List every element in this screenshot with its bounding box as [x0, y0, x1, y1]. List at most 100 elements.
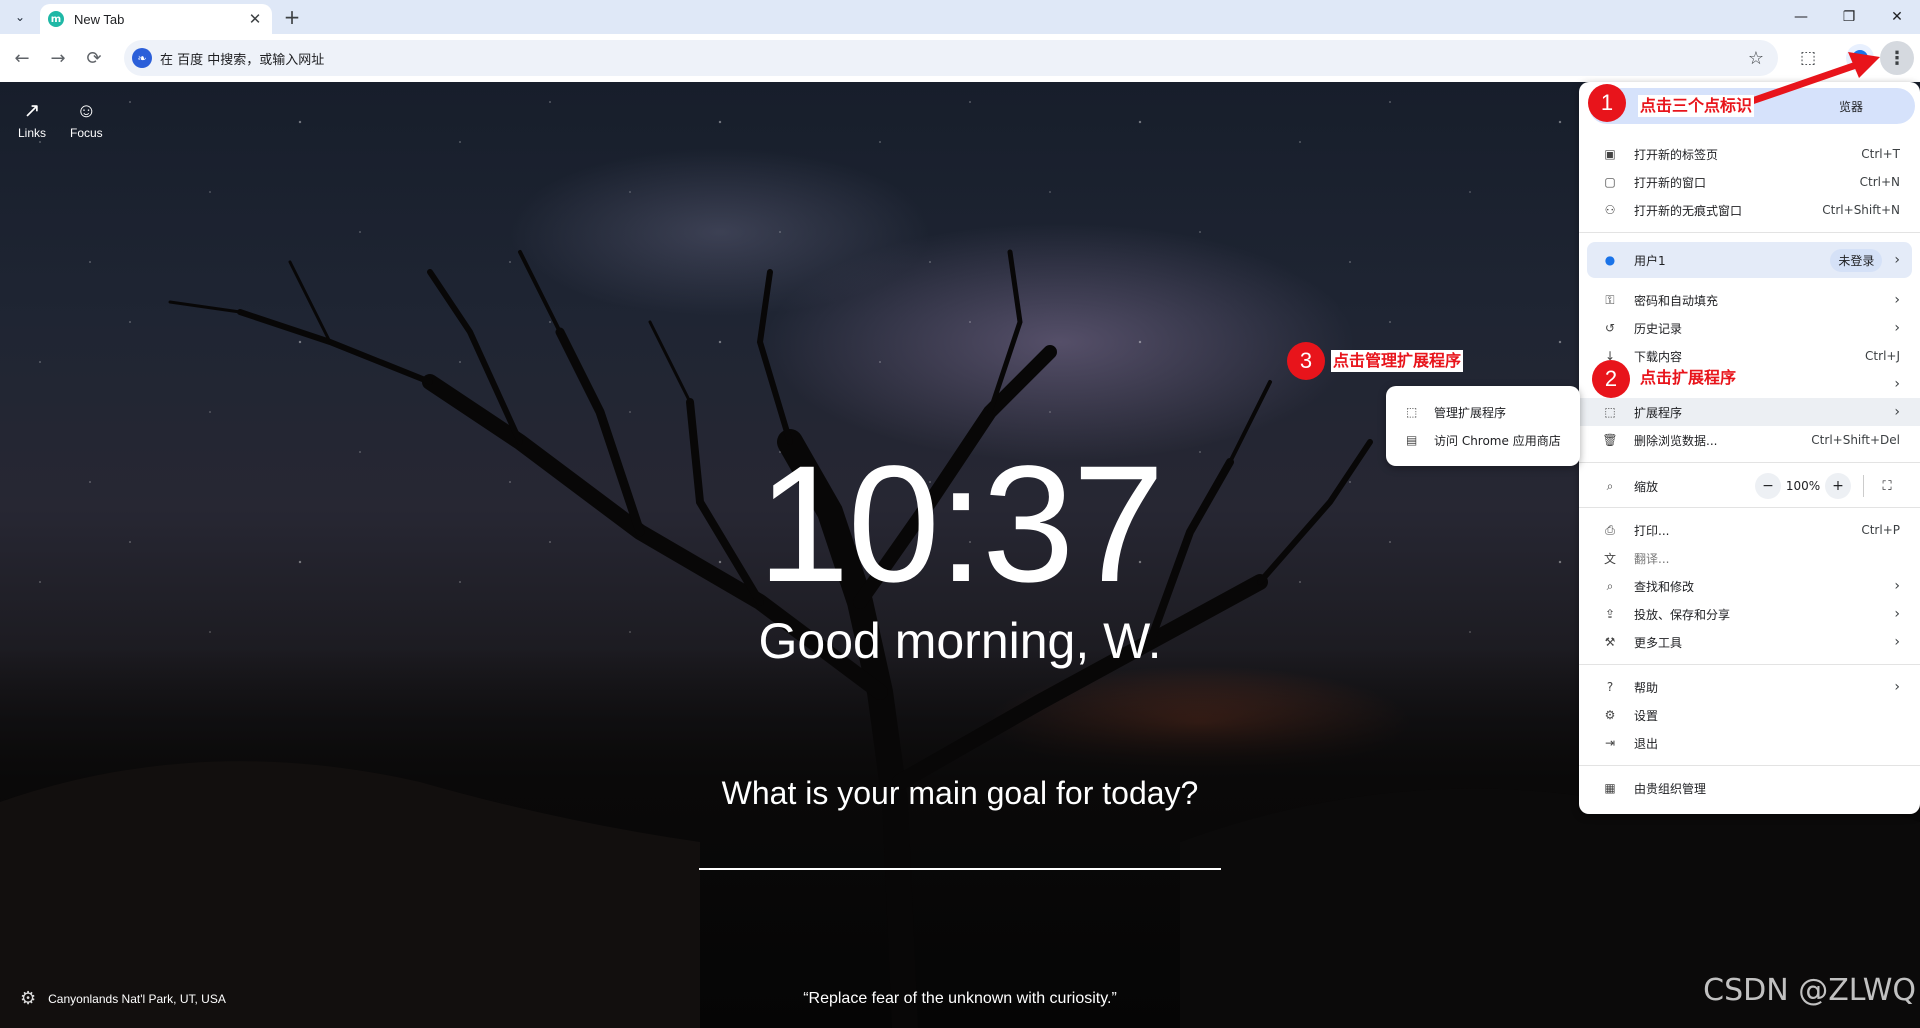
menu-divider: [1579, 232, 1920, 233]
zoom-controls: − 100% + ⛶: [1755, 473, 1900, 499]
chrome-menu-button[interactable]: ⋮: [1880, 41, 1914, 75]
menu-item-label: 由贵组织管理: [1634, 781, 1707, 796]
new-tab-button[interactable]: +: [280, 5, 304, 29]
menu-shortcut: Ctrl+Shift+Del: [1811, 433, 1900, 447]
menu-item-label: 帮助: [1634, 680, 1659, 695]
menu-find-and-edit[interactable]: ⌕ 查找和修改 ›: [1579, 572, 1920, 600]
tab-new-tab[interactable]: m New Tab ✕: [40, 4, 272, 34]
submenu-manage-extensions[interactable]: ⬚ 管理扩展程序: [1386, 398, 1580, 426]
menu-help[interactable]: ? 帮助 ›: [1579, 673, 1920, 701]
zoom-divider: [1863, 475, 1864, 497]
toolbox-icon: ⚒: [1604, 635, 1616, 649]
submenu-chrome-web-store[interactable]: ▤ 访问 Chrome 应用商店: [1386, 426, 1580, 454]
zoom-in-button[interactable]: +: [1825, 473, 1851, 499]
extensions-puzzle-icon[interactable]: ⬚: [1794, 44, 1822, 72]
menu-shortcut: Ctrl+T: [1861, 147, 1900, 161]
menu-shortcut: Ctrl+N: [1859, 175, 1900, 189]
chevron-right-icon: ›: [1894, 320, 1900, 336]
zoom-magnifier-icon: ⌕: [1606, 478, 1614, 493]
find-icon: ⌕: [1606, 578, 1614, 593]
menu-history[interactable]: ↺ 历史记录 ›: [1579, 314, 1920, 342]
chevron-right-icon: ›: [1894, 376, 1900, 392]
tab-search-button[interactable]: ⌄: [8, 5, 32, 29]
menu-translate[interactable]: 文 翻译...: [1579, 544, 1920, 572]
reload-button[interactable]: ⟳: [82, 46, 106, 70]
links-label: Links: [18, 126, 47, 140]
menu-item-label: 设置: [1634, 708, 1659, 723]
address-placeholder: 在 百度 中搜索，或输入网址: [160, 52, 325, 68]
chevron-right-icon: ›: [1894, 292, 1900, 308]
back-button[interactable]: ←: [10, 46, 34, 70]
menu-more-tools[interactable]: ⚒ 更多工具 ›: [1579, 628, 1920, 656]
menu-clear-browsing-data[interactable]: 🗑 删除浏览数据... Ctrl+Shift+Del: [1579, 426, 1920, 454]
menu-new-tab[interactable]: ▣ 打开新的标签页 Ctrl+T: [1579, 140, 1920, 168]
close-window-button[interactable]: ✕: [1874, 0, 1920, 34]
menu-bookmarks[interactable]: ›: [1579, 370, 1920, 398]
main-goal-input[interactable]: [699, 830, 1221, 870]
help-icon: ?: [1606, 680, 1614, 694]
menu-shortcut: Ctrl+J: [1865, 349, 1900, 363]
close-tab-icon[interactable]: ✕: [246, 10, 264, 28]
person-icon: ●: [1604, 253, 1616, 267]
user-name: 用户1: [1634, 253, 1666, 268]
submenu-item-label: 访问 Chrome 应用商店: [1434, 433, 1561, 448]
bookmark-star-icon[interactable]: ☆: [1748, 48, 1764, 69]
step-3-badge: 3: [1287, 342, 1325, 380]
menu-item-label: 投放、保存和分享: [1634, 607, 1731, 622]
new-tab-icon: ▣: [1604, 147, 1616, 161]
menu-new-window[interactable]: ▢ 打开新的窗口 Ctrl+N: [1579, 168, 1920, 196]
incognito-icon: ⚇: [1604, 203, 1616, 217]
focus-button[interactable]: ☺ Focus: [70, 100, 103, 140]
restore-button[interactable]: ❐: [1826, 0, 1872, 34]
menu-divider: [1579, 664, 1920, 665]
minimize-button[interactable]: —: [1778, 0, 1824, 34]
zoom-out-button[interactable]: −: [1755, 473, 1781, 499]
menu-incognito-window[interactable]: ⚇ 打开新的无痕式窗口 Ctrl+Shift+N: [1579, 196, 1920, 224]
chevron-right-icon: ›: [1894, 578, 1900, 594]
menu-shortcut: Ctrl+P: [1861, 523, 1900, 537]
menu-cast-save-share[interactable]: ⇪ 投放、保存和分享 ›: [1579, 600, 1920, 628]
menu-extensions[interactable]: ⬚ 扩展程序 ›: [1579, 398, 1920, 426]
address-bar[interactable]: ❧ 在 百度 中搜索，或输入网址 ☆: [124, 40, 1778, 76]
chevron-right-icon: ›: [1894, 404, 1900, 420]
palette-icon: ☺: [76, 100, 97, 122]
browser-toolbar: ← → ⟳ ❧ 在 百度 中搜索，或输入网址 ☆ ⬚ ⋮: [0, 34, 1920, 82]
printer-icon: ⎙: [1605, 522, 1615, 537]
momentum-favicon-icon: m: [48, 11, 64, 27]
menu-downloads[interactable]: ↓ 下载内容 Ctrl+J: [1579, 342, 1920, 370]
history-icon: ↺: [1604, 321, 1616, 335]
zoom-level: 100%: [1785, 479, 1821, 493]
menu-user-profile[interactable]: ● 用户1 未登录 ›: [1587, 242, 1912, 278]
translate-icon: 文: [1603, 551, 1616, 566]
step-1-note: 点击三个点标识: [1638, 95, 1755, 117]
chevron-right-icon: ›: [1894, 606, 1900, 622]
profile-icon: [1852, 50, 1868, 66]
menu-item-label: 打开新的标签页: [1634, 147, 1719, 162]
menu-item-label: 打开新的无痕式窗口: [1634, 203, 1743, 218]
submenu-item-label: 管理扩展程序: [1434, 405, 1507, 420]
step-2-badge: 2: [1592, 360, 1630, 398]
menu-exit[interactable]: ⇥ 退出: [1579, 729, 1920, 757]
trash-icon: 🗑: [1602, 433, 1618, 447]
menu-passwords[interactable]: ⚿ 密码和自动填充 ›: [1579, 286, 1920, 314]
forward-button[interactable]: →: [46, 46, 70, 70]
menu-item-label: 扩展程序: [1634, 405, 1683, 420]
menu-item-label: 密码和自动填充: [1634, 293, 1719, 308]
menu-shortcut: Ctrl+Shift+N: [1822, 203, 1900, 217]
fullscreen-icon[interactable]: ⛶: [1874, 473, 1900, 499]
menu-divider: [1579, 765, 1920, 766]
menu-managed-by-org[interactable]: ▦ 由贵组织管理: [1579, 774, 1920, 802]
building-icon: ▦: [1604, 781, 1616, 795]
puzzle-icon: ⬚: [1604, 405, 1616, 419]
menu-divider: [1579, 507, 1920, 508]
signin-status-badge: 未登录: [1830, 248, 1883, 272]
chevron-right-icon: ›: [1894, 634, 1900, 650]
focus-label: Focus: [70, 126, 103, 140]
links-button[interactable]: ↗ Links: [18, 100, 46, 140]
menu-print[interactable]: ⎙ 打印... Ctrl+P: [1579, 516, 1920, 544]
puzzle-icon: ⬚: [1406, 405, 1418, 419]
chrome-main-menu: 览器 ▣ 打开新的标签页 Ctrl+T ▢ 打开新的窗口 Ctrl+N ⚇ 打开…: [1579, 82, 1920, 814]
profile-avatar-button[interactable]: [1846, 44, 1874, 72]
menu-settings[interactable]: ⚙ 设置: [1579, 701, 1920, 729]
extensions-submenu: ⬚ 管理扩展程序 ▤ 访问 Chrome 应用商店: [1386, 386, 1580, 466]
